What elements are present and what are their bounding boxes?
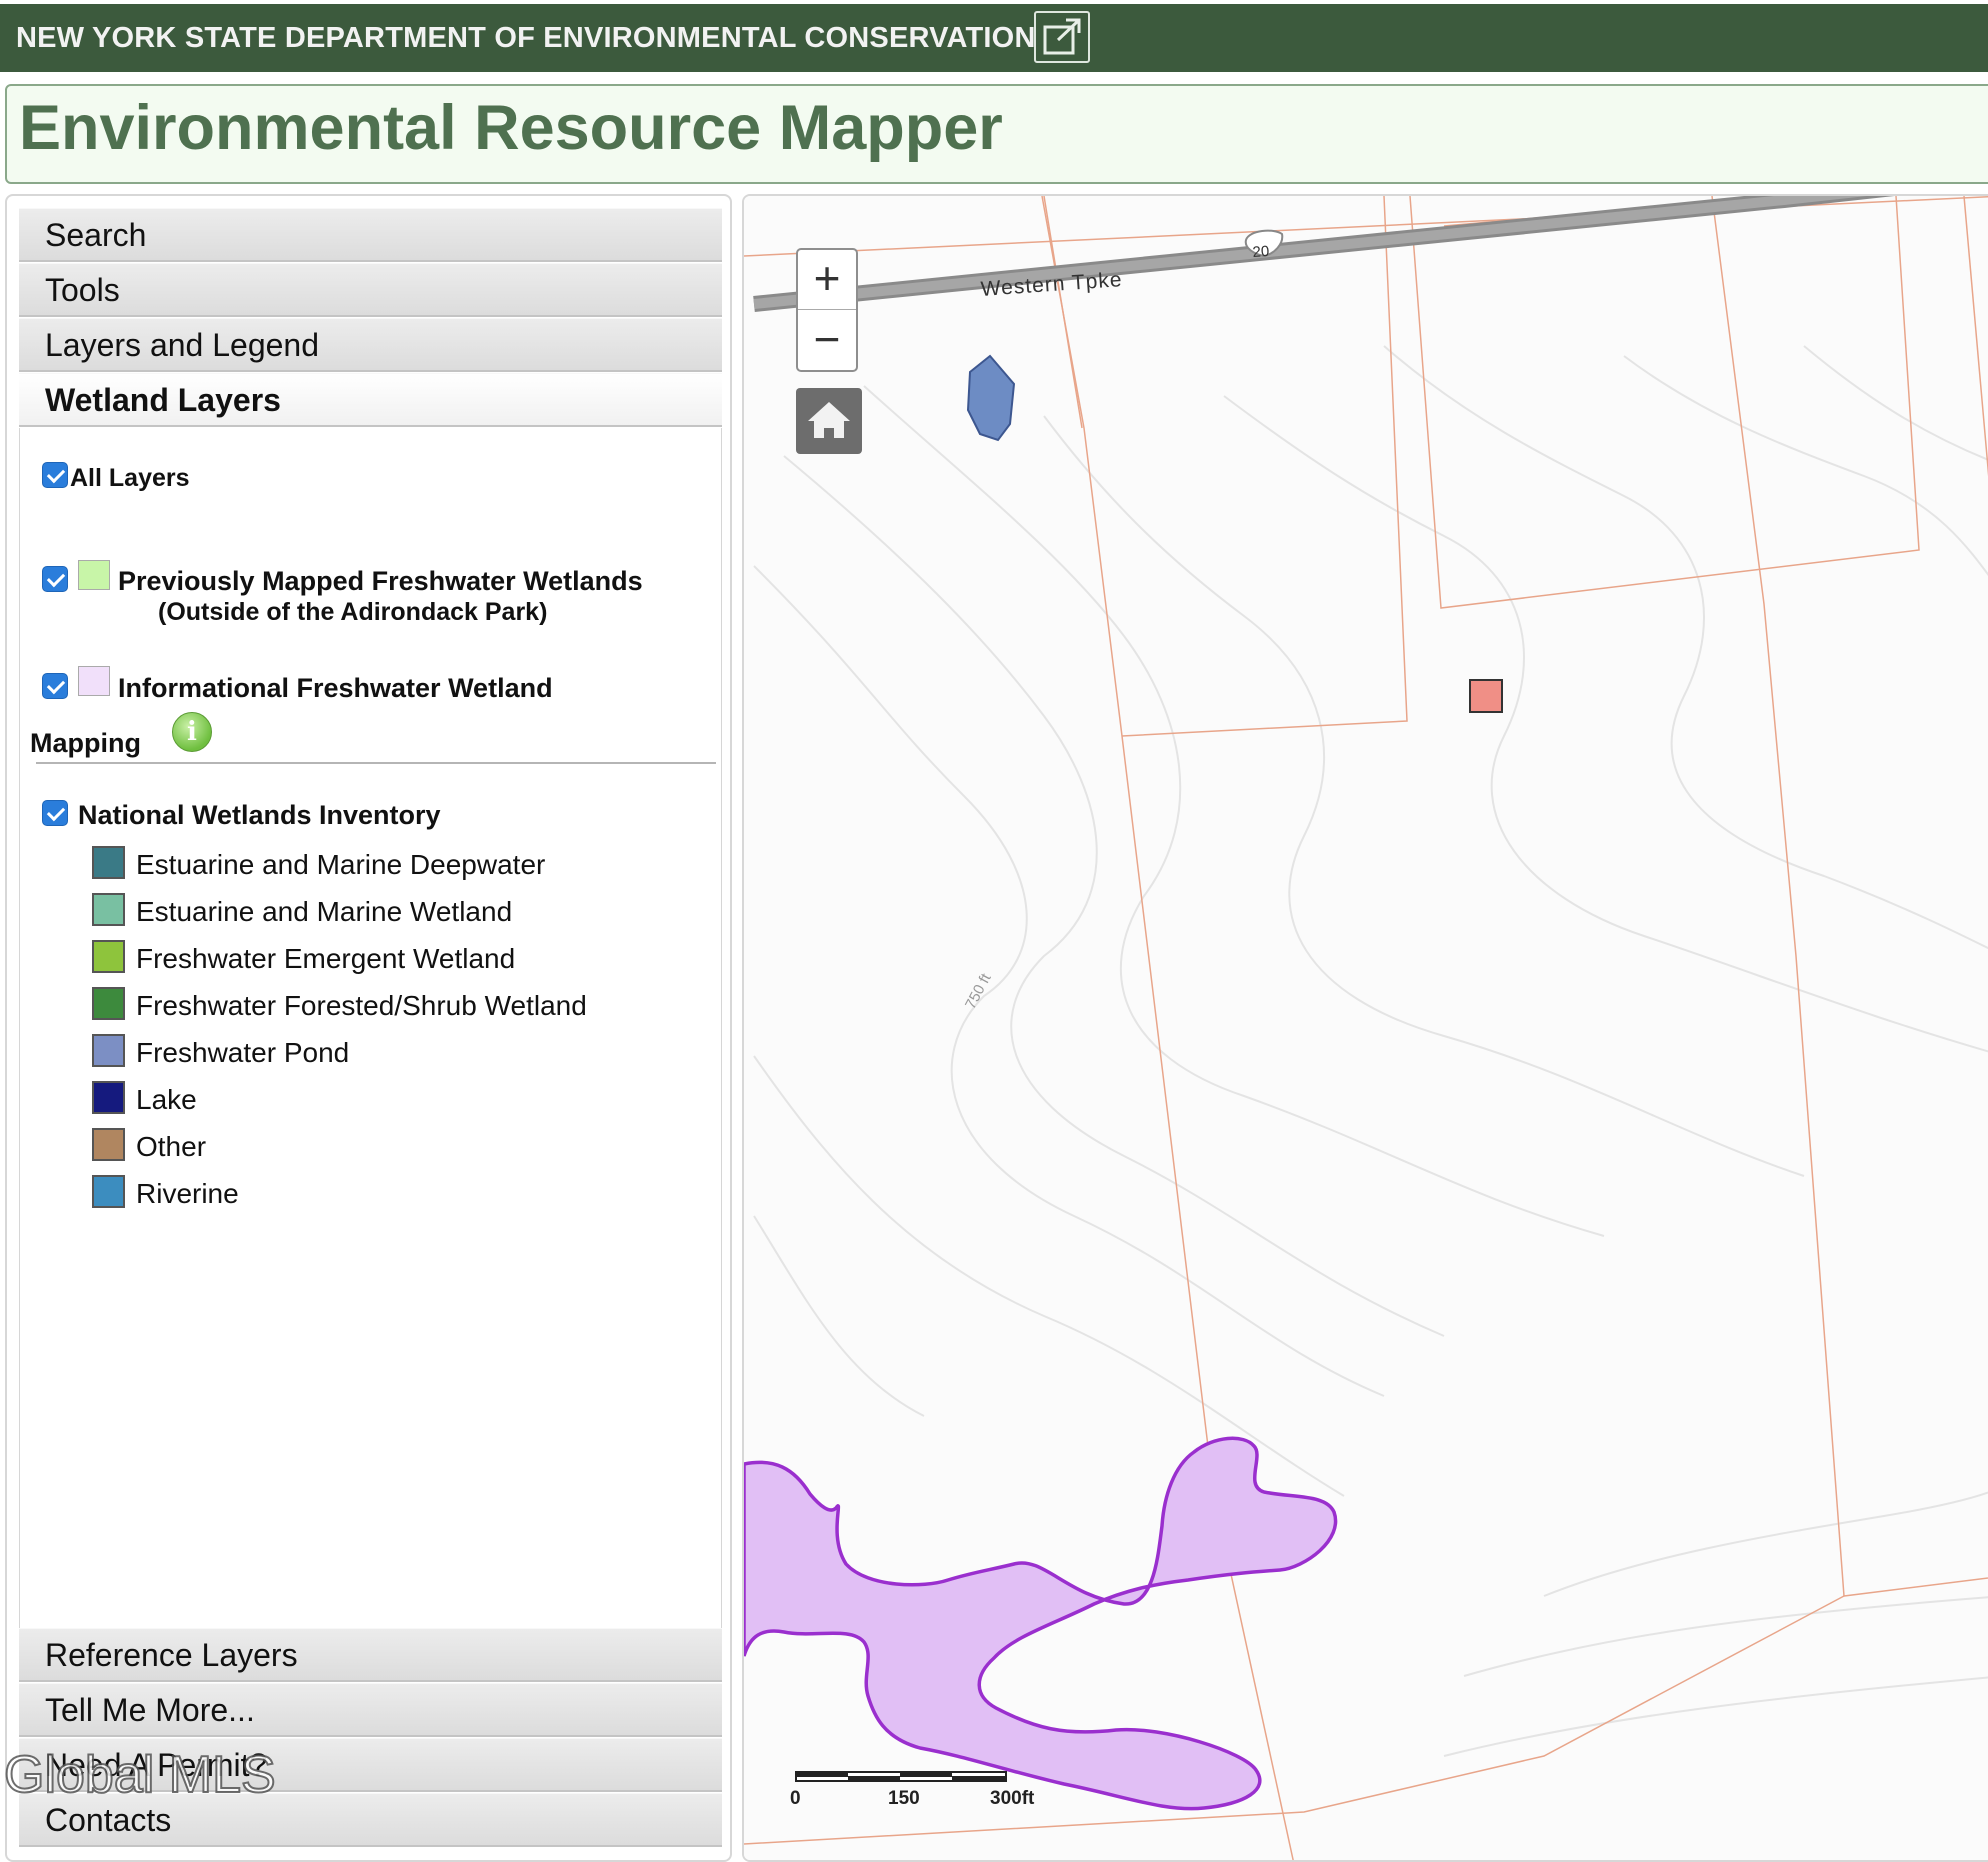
wetland-layers-body: All Layers Previously Mapped Freshwater … [19, 428, 722, 1628]
all-layers-label: All Layers [70, 464, 190, 492]
page: NEW YORK STATE DEPARTMENT OF ENVIRONMENT… [0, 0, 1988, 1862]
informational-wetland-label-2: Mapping [30, 728, 141, 758]
watermark: Global MLS [3, 1745, 277, 1805]
map-view[interactable]: Western Tpke 20 750 ft 0 150 300ft + − [742, 194, 1988, 1862]
agency-header-bar: NEW YORK STATE DEPARTMENT OF ENVIRONMENT… [0, 4, 1988, 72]
scale-label-0: 0 [790, 1788, 801, 1809]
legend-label: Freshwater Emergent Wetland [136, 943, 516, 974]
scale-bar [795, 1771, 1007, 1782]
page-title: Environmental Resource Mapper [19, 93, 1003, 163]
legend-swatch [92, 1034, 125, 1067]
legend-swatch [92, 1081, 125, 1114]
all-layers-checkbox[interactable] [42, 462, 68, 488]
scale-label-300: 300ft [990, 1788, 1035, 1809]
previously-mapped-checkbox[interactable] [42, 566, 68, 592]
external-link-button[interactable] [1034, 11, 1090, 63]
property-marker[interactable] [1469, 679, 1503, 713]
nwi-checkbox[interactable] [42, 800, 68, 826]
side-panel: Search Tools Layers and Legend Wetland L… [5, 194, 732, 1862]
home-icon [808, 402, 850, 438]
section-tools[interactable]: Tools [19, 263, 722, 317]
previously-mapped-label: Previously Mapped Freshwater Wetlands [118, 566, 643, 596]
legend-label: Riverine [136, 1178, 239, 1209]
external-link-icon [1043, 18, 1081, 55]
informational-wetland-label: Informational Freshwater Wetland [118, 673, 553, 703]
legend-swatch [92, 1128, 125, 1161]
informational-wetland-checkbox[interactable] [42, 673, 68, 699]
section-tell-me-more[interactable]: Tell Me More... [19, 1683, 722, 1737]
section-reference-layers[interactable]: Reference Layers [19, 1628, 722, 1682]
divider [36, 762, 716, 764]
legend-label: Other [136, 1131, 207, 1162]
route-shield-label: 20 [1252, 242, 1270, 261]
informational-wetland-swatch [78, 666, 110, 696]
legend-swatch [92, 846, 125, 879]
section-wetland-layers[interactable]: Wetland Layers [19, 373, 722, 427]
legend-swatch [92, 940, 125, 973]
agency-name: NEW YORK STATE DEPARTMENT OF ENVIRONMENT… [16, 21, 1036, 54]
app-title-box: Environmental Resource Mapper [5, 84, 1988, 184]
scale-label-150: 150 [888, 1788, 920, 1809]
legend-label: Estuarine and Marine Wetland [136, 896, 513, 927]
legend-swatch [92, 893, 125, 926]
legend-swatch [92, 1175, 125, 1208]
section-search[interactable]: Search [19, 208, 722, 262]
legend-label: Lake [136, 1084, 197, 1115]
zoom-in-button[interactable]: + [798, 250, 856, 310]
nwi-label: National Wetlands Inventory [78, 800, 441, 830]
legend-label: Estuarine and Marine Deepwater [136, 849, 546, 880]
section-layers-and-legend[interactable]: Layers and Legend [19, 318, 722, 372]
legend-swatch [92, 987, 125, 1020]
map-canvas[interactable] [744, 196, 1988, 1862]
legend-label: Freshwater Forested/Shrub Wetland [136, 990, 587, 1021]
previously-mapped-sublabel: (Outside of the Adirondack Park) [158, 598, 548, 626]
zoom-out-button[interactable]: − [798, 311, 856, 371]
legend-label: Freshwater Pond [136, 1037, 350, 1068]
previously-mapped-swatch [78, 560, 110, 590]
zoom-control: + − [796, 248, 858, 372]
home-button[interactable] [796, 388, 862, 454]
info-icon[interactable]: i [172, 712, 212, 752]
